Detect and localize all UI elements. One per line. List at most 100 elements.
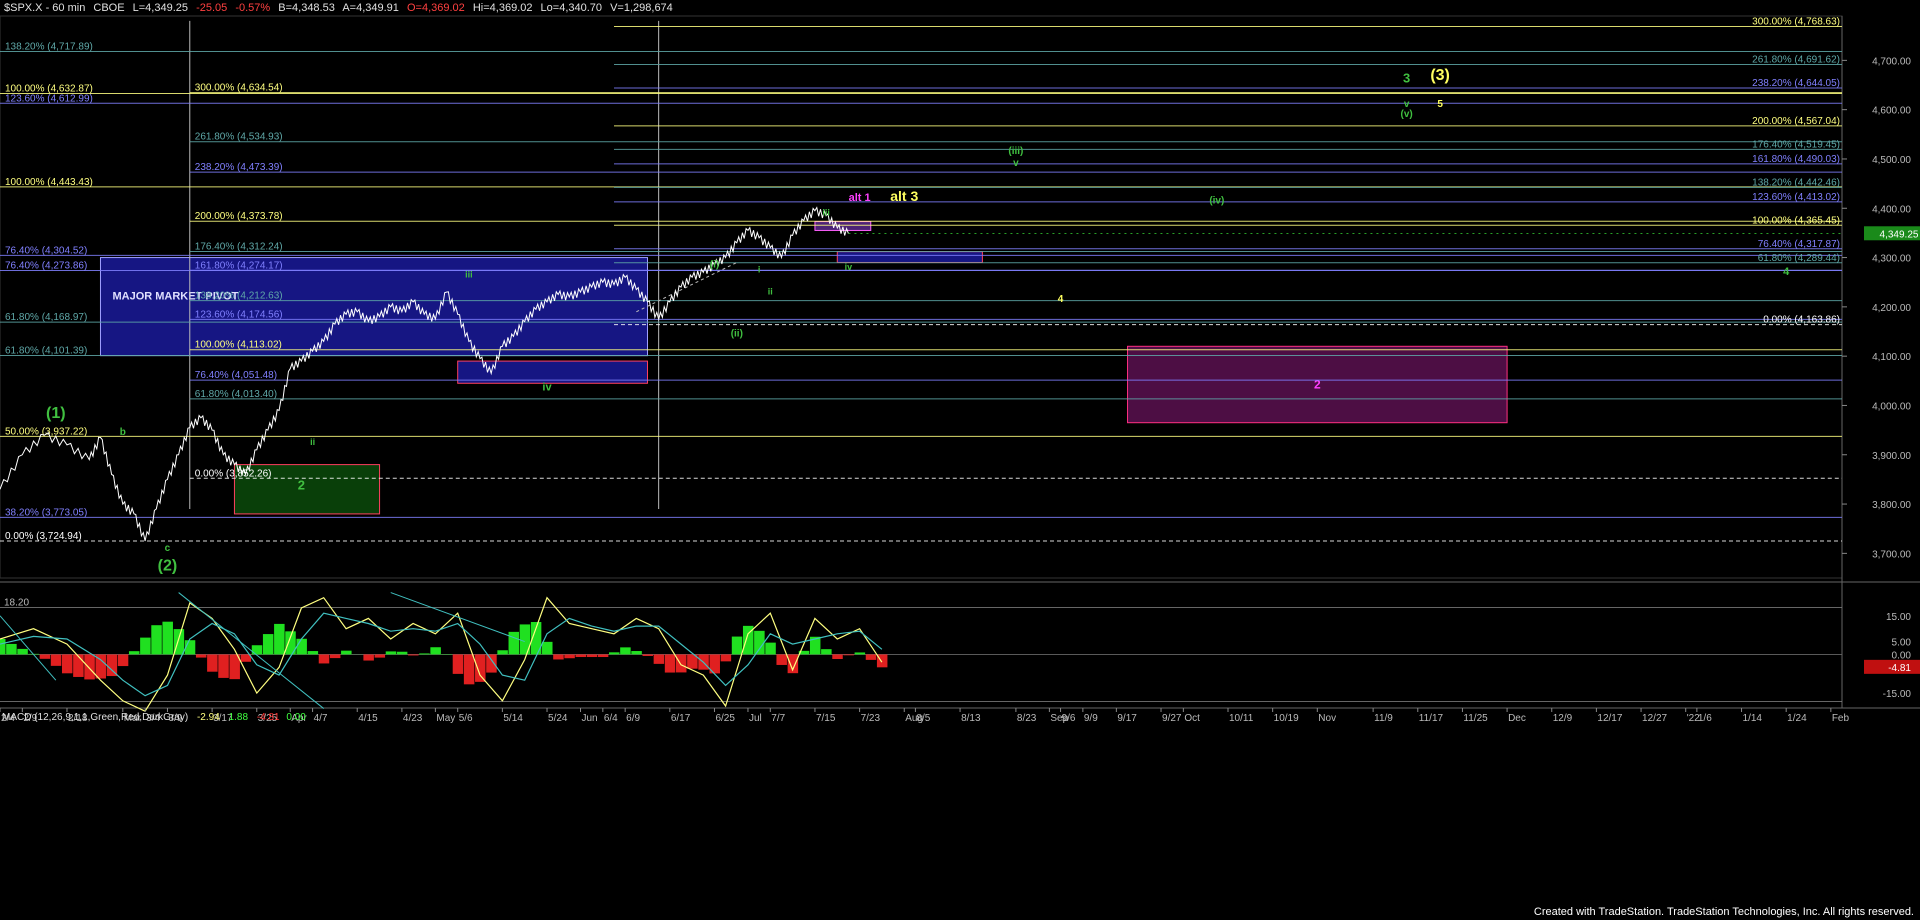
fib-level-label: 238.20% (4,473.39) xyxy=(195,162,283,173)
wave-label: ii xyxy=(768,287,773,297)
price-tick-label: 3,800.00 xyxy=(1872,500,1911,511)
price-tick-label: 4,000.00 xyxy=(1872,401,1911,412)
time-tick-label: 10/19 xyxy=(1274,713,1299,724)
macd-histogram-bar xyxy=(195,654,207,658)
fib-level-label: 123.60% (4,174.56) xyxy=(195,309,283,320)
macd-histogram-bar xyxy=(39,654,51,659)
time-tick-label: Oct xyxy=(1184,713,1200,724)
fib-level-label: 76.40% (4,051.48) xyxy=(195,370,277,381)
fib-level-label: 161.80% (4,274.17) xyxy=(195,260,283,271)
macd-histogram-bar xyxy=(620,647,631,655)
time-tick-label: 6/4 xyxy=(604,713,618,724)
wave-label: c xyxy=(165,543,171,554)
hist-value: -4.81 xyxy=(256,712,280,723)
zone-box xyxy=(814,221,872,231)
fib-level-label: 76.40% (4,304.52) xyxy=(5,245,87,256)
time-tick-label: 11/9 xyxy=(1374,713,1393,724)
fib-level-label: 123.60% (4,612.99) xyxy=(5,93,93,104)
macd-histogram-bar xyxy=(385,651,397,655)
price-tick-label: 4,600.00 xyxy=(1872,106,1911,117)
time-tick-label: 12/17 xyxy=(1597,713,1622,724)
fib-level-label: 300.00% (4,768.63) xyxy=(1752,17,1840,28)
chart-canvas[interactable]: MAJOR MARKET PIVOT2300.00% (4,768.63)138… xyxy=(0,0,1920,920)
macd-histogram-bar xyxy=(61,654,73,674)
time-tick-label: 7/15 xyxy=(816,713,836,724)
macd-tick-label: 5.00 xyxy=(1892,638,1912,649)
wave-label: alt 3 xyxy=(890,188,918,204)
time-tick-label: Dec xyxy=(1508,713,1526,724)
time-tick-label: 4/15 xyxy=(358,713,378,724)
macd-histogram-bar xyxy=(307,651,319,655)
fib-level-label: 38.20% (3,773.05) xyxy=(5,507,87,518)
macd-histogram-bar xyxy=(140,637,151,655)
price-tick-label: 4,100.00 xyxy=(1872,352,1911,363)
macd-histogram-bar xyxy=(162,621,173,655)
macd-histogram-bar xyxy=(6,643,17,655)
wave-label: (1) xyxy=(46,405,66,422)
time-tick-label: 11/17 xyxy=(1419,713,1444,724)
macd-histogram-bar xyxy=(486,654,497,673)
time-tick-label: 8/23 xyxy=(1017,713,1037,724)
wave-label: iv xyxy=(845,262,853,272)
macd-histogram-bar xyxy=(854,652,866,655)
zone-box xyxy=(99,257,648,357)
macd-histogram-bar xyxy=(318,654,330,664)
macd-header: MACD (12,26,9,1,1,Green,Red,DarkGray) -2… xyxy=(2,712,306,723)
time-tick-label: 5/24 xyxy=(548,713,568,724)
wave-label: iii xyxy=(822,208,830,218)
macd-histogram-bar xyxy=(419,653,430,655)
time-tick-label: 10/11 xyxy=(1229,713,1254,724)
macd-histogram-bar xyxy=(776,654,787,665)
fib-level-label: 61.80% (4,289.44) xyxy=(1758,253,1840,264)
fib-level-label: 0.00% (4,163.86) xyxy=(1763,315,1840,326)
time-tick-label: 1/14 xyxy=(1743,713,1763,724)
wave-label: (ii) xyxy=(731,328,743,339)
footer-credit: Created with TradeStation. TradeStation … xyxy=(1533,906,1914,918)
time-tick-label: Nov xyxy=(1318,713,1336,724)
macd-histogram-bar xyxy=(296,638,307,655)
macd-histogram-bar xyxy=(274,623,285,655)
fib-level-label: 100.00% (4,443.43) xyxy=(5,177,93,188)
time-tick-label: 9/9 xyxy=(1084,713,1098,724)
time-tick-label: 8/13 xyxy=(961,713,981,724)
macd-histogram-bar xyxy=(262,634,274,655)
time-tick-label: 12/27 xyxy=(1642,713,1667,724)
time-tick-label: May xyxy=(436,713,455,724)
macd-histogram-bar xyxy=(731,636,743,655)
macd-label[interactable]: MACD (12,26,9,1,1,Green,Red,DarkGray) xyxy=(2,712,188,723)
wave-label: 5 xyxy=(1437,99,1443,110)
wave-label: (3) xyxy=(1430,67,1450,84)
macd-histogram-bar xyxy=(843,654,854,656)
macd-tick-label: 15.00 xyxy=(1886,612,1911,623)
macd-tick-label: -4.81 xyxy=(1888,663,1911,674)
fib-level-label: 123.60% (4,413.02) xyxy=(1752,192,1840,203)
macd-histogram-bar xyxy=(675,654,687,673)
macd-histogram-bar xyxy=(642,654,653,656)
macd-histogram-bar xyxy=(765,642,776,655)
macd-histogram-bar xyxy=(865,654,877,660)
macd-histogram-bar xyxy=(0,638,6,655)
time-tick-label: 9/27 xyxy=(1162,713,1182,724)
time-tick-label: 1/6 xyxy=(1698,713,1712,724)
fib-level-label: 50.00% (3,937.22) xyxy=(5,426,87,437)
macd-histogram-bar xyxy=(597,654,609,658)
wave-label: ii xyxy=(310,437,315,447)
price-tick-label: 3,700.00 xyxy=(1872,549,1911,560)
time-tick-label: 8/5 xyxy=(916,713,930,724)
macd-histogram-bar xyxy=(542,641,553,655)
wave-label: (2) xyxy=(158,558,178,575)
macd-histogram-bar xyxy=(553,654,564,660)
zero-value: 0.00 xyxy=(286,712,306,723)
macd-histogram-bar xyxy=(329,654,341,659)
macd-histogram-bar xyxy=(575,654,587,658)
macd-histogram-bar xyxy=(207,654,218,672)
time-tick-label: 7/23 xyxy=(861,713,881,724)
macd-histogram-bar xyxy=(408,654,419,656)
price-tick-label: 3,900.00 xyxy=(1872,451,1911,462)
macd-histogram-bar xyxy=(84,654,95,680)
fib-level-label: 176.40% (4,519.45) xyxy=(1752,139,1840,150)
macd-histogram-bar xyxy=(475,654,486,682)
macd-tick-label: -15.00 xyxy=(1883,689,1912,700)
macd-histogram-bar xyxy=(609,652,620,655)
macd-ref-label: 18.20 xyxy=(4,598,29,609)
